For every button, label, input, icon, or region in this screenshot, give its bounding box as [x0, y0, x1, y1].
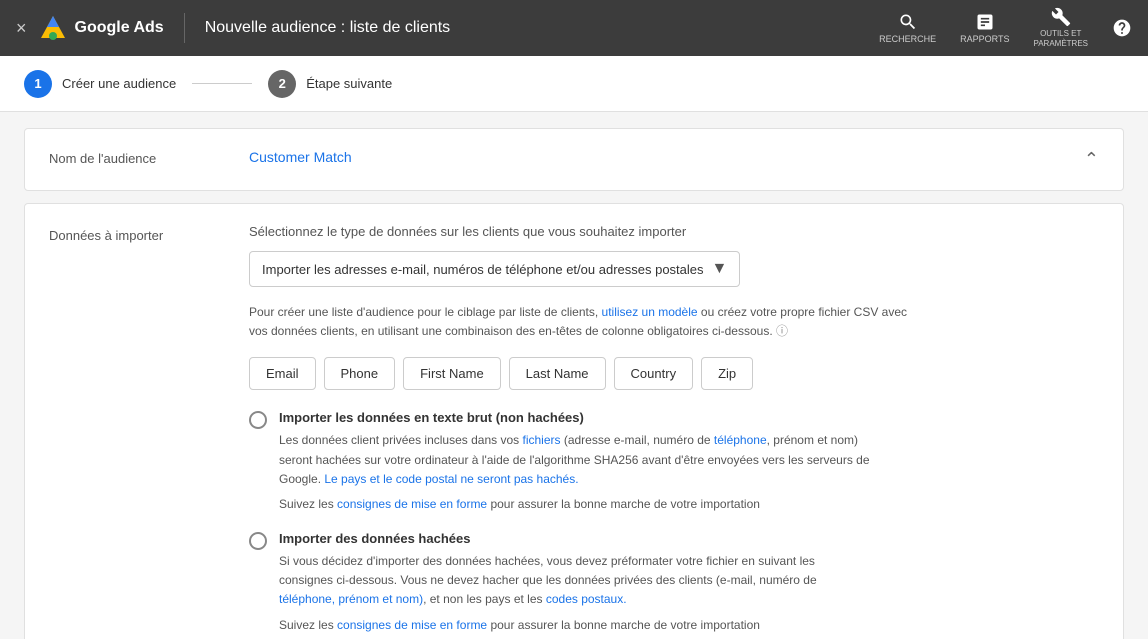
- step-1-label: Créer une audience: [62, 76, 176, 91]
- step-connector: [192, 83, 252, 84]
- app-name-label: Google Ads: [75, 19, 164, 37]
- help-action[interactable]: [1112, 18, 1132, 38]
- no-hash-link[interactable]: Le pays et le code postal ne seront pas …: [324, 472, 578, 486]
- stepper: 1 Créer une audience 2 Étape suivante: [0, 56, 1148, 112]
- field-tag-country: Country: [614, 357, 694, 390]
- field-tag-lastname: Last Name: [509, 357, 606, 390]
- field-tag-firstname: First Name: [403, 357, 501, 390]
- format-guidelines-link-1[interactable]: consignes de mise en forme: [337, 497, 487, 511]
- help-circle-icon[interactable]: ⓘ: [776, 324, 788, 338]
- radio-hashed-button[interactable]: [249, 532, 267, 550]
- step-2: 2 Étape suivante: [268, 70, 392, 98]
- search-label: RECHERCHE: [879, 34, 936, 45]
- radio-plaintext-desc: Les données client privées incluses dans…: [279, 431, 870, 489]
- main-content: Nom de l'audience Customer Match ⌃ Donné…: [0, 112, 1148, 639]
- radio-option-plaintext: Importer les données en texte brut (non …: [249, 410, 1099, 511]
- info-text-before-link: Pour créer une liste d'audience pour le …: [249, 305, 598, 319]
- step-2-circle: 2: [268, 70, 296, 98]
- app-logo: Google Ads: [39, 14, 164, 42]
- reports-action[interactable]: RAPPORTS: [960, 12, 1009, 45]
- radio-plaintext-format-link-line: Suivez les consignes de mise en forme po…: [279, 497, 870, 511]
- field-tags-container: Email Phone First Name Last Name Country…: [249, 357, 1099, 390]
- audience-name-label: Nom de l'audience: [49, 149, 249, 166]
- field-tag-email: Email: [249, 357, 316, 390]
- data-type-dropdown[interactable]: Importer les adresses e-mail, numéros de…: [249, 251, 740, 287]
- radio-plaintext-title: Importer les données en texte brut (non …: [279, 410, 870, 425]
- dropdown-selected-value: Importer les adresses e-mail, numéros de…: [262, 262, 704, 277]
- search-action[interactable]: RECHERCHE: [879, 12, 936, 45]
- radio-plaintext-content: Importer les données en texte brut (non …: [279, 410, 870, 511]
- use-template-link[interactable]: utilisez un modèle: [602, 305, 698, 319]
- field-tag-zip: Zip: [701, 357, 753, 390]
- app-header: × Google Ads Nouvelle audience : liste d…: [0, 0, 1148, 56]
- format-guidelines-link-2[interactable]: consignes de mise en forme: [337, 618, 487, 632]
- step-2-label: Étape suivante: [306, 76, 392, 91]
- fichiers-link[interactable]: fichiers: [522, 433, 560, 447]
- page-title: Nouvelle audience : liste de clients: [205, 19, 867, 37]
- radio-hashed-desc: Si vous décidez d'importer des données h…: [279, 552, 817, 610]
- help-icon: [1112, 18, 1132, 38]
- step-1-circle: 1: [24, 70, 52, 98]
- info-text-block: Pour créer une liste d'audience pour le …: [249, 303, 929, 341]
- tools-icon: [1051, 7, 1071, 27]
- radio-hashed-title: Importer des données hachées: [279, 531, 817, 546]
- data-import-label: Données à importer: [49, 224, 249, 243]
- radio-hashed-format-link-line: Suivez les consignes de mise en forme po…: [279, 618, 817, 632]
- hashed-postal-link[interactable]: codes postaux.: [546, 592, 627, 606]
- close-button[interactable]: ×: [16, 18, 27, 39]
- radio-option-hashed: Importer des données hachées Si vous déc…: [249, 531, 1099, 632]
- step-1: 1 Créer une audience: [24, 70, 176, 98]
- reports-label: RAPPORTS: [960, 34, 1009, 45]
- search-icon: [898, 12, 918, 32]
- data-import-content: Sélectionnez le type de données sur les …: [249, 224, 1099, 639]
- radio-hashed-content: Importer des données hachées Si vous déc…: [279, 531, 817, 632]
- audience-name-row: Nom de l'audience Customer Match ⌃: [25, 129, 1123, 190]
- data-import-description: Sélectionnez le type de données sur les …: [249, 224, 1099, 239]
- tools-action[interactable]: OUTILS ET PARAMÈTRES: [1033, 7, 1088, 48]
- audience-name-value: Customer Match: [249, 149, 1072, 165]
- dropdown-arrow-icon: ▼: [712, 260, 728, 278]
- tools-label: OUTILS ET PARAMÈTRES: [1033, 29, 1088, 48]
- header-divider: [184, 13, 185, 43]
- audience-name-card: Nom de l'audience Customer Match ⌃: [24, 128, 1124, 191]
- radio-plaintext-button[interactable]: [249, 411, 267, 429]
- google-ads-icon: [39, 14, 67, 42]
- collapse-button[interactable]: ⌃: [1084, 149, 1099, 170]
- header-actions: RECHERCHE RAPPORTS OUTILS ET PARAMÈTRES: [879, 7, 1132, 48]
- data-import-row: Données à importer Sélectionnez le type …: [25, 204, 1123, 639]
- telephone-link[interactable]: téléphone: [714, 433, 767, 447]
- data-import-card: Données à importer Sélectionnez le type …: [24, 203, 1124, 639]
- field-tag-phone: Phone: [324, 357, 396, 390]
- hashed-private-link[interactable]: téléphone, prénom et nom): [279, 592, 423, 606]
- reports-icon: [975, 12, 995, 32]
